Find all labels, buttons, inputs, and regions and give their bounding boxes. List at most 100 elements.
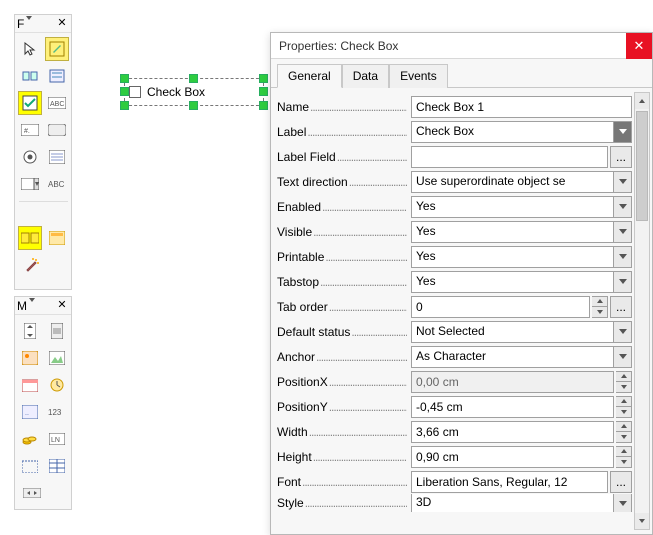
resize-handle-tl[interactable] — [120, 74, 129, 83]
label-font: Font — [277, 475, 302, 489]
chevron-down-icon[interactable] — [613, 222, 631, 242]
chevron-down-icon[interactable] — [613, 347, 631, 367]
tool-imagebutton[interactable] — [18, 346, 42, 370]
toolbar-more-titlebar[interactable]: M ✕ — [15, 297, 71, 315]
label-positiony: PositionY — [277, 400, 329, 414]
tool-scrollbar[interactable] — [45, 319, 69, 343]
chevron-down-icon[interactable] — [613, 494, 631, 512]
svg-text:#.: #. — [24, 128, 30, 135]
combo-printable[interactable]: Yes — [411, 246, 632, 268]
resize-handle-bm[interactable] — [189, 101, 198, 110]
combo-tabstop[interactable]: Yes — [411, 271, 632, 293]
tool-control-properties[interactable] — [18, 64, 42, 88]
input-labelfield[interactable] — [411, 146, 608, 168]
tool-formatted-field[interactable]: #. — [18, 118, 42, 142]
chevron-down-icon[interactable] — [613, 272, 631, 292]
labelfield-browse-button[interactable]: ... — [610, 146, 632, 168]
tool-timefield[interactable] — [45, 373, 69, 397]
input-name[interactable] — [411, 96, 632, 118]
spinner-taborder[interactable] — [592, 296, 608, 318]
close-button[interactable]: ✕ — [626, 33, 652, 59]
tool-datefield[interactable] — [18, 373, 42, 397]
tab-events[interactable]: Events — [389, 64, 448, 88]
tool-checkbox[interactable] — [18, 91, 42, 115]
resize-handle-tm[interactable] — [189, 74, 198, 83]
tool-imagecontrol[interactable] — [45, 346, 69, 370]
tab-data[interactable]: Data — [342, 64, 389, 88]
combo-style[interactable]: 3D — [411, 494, 632, 512]
resize-handle-ml[interactable] — [120, 87, 129, 96]
combo-label[interactable]: Check Box — [411, 121, 632, 143]
combo-visible[interactable]: Yes — [411, 221, 632, 243]
resize-handle-mr[interactable] — [259, 87, 268, 96]
input-height[interactable] — [411, 446, 614, 468]
chevron-down-icon[interactable] — [613, 122, 631, 142]
spinner-positiony[interactable] — [616, 396, 632, 418]
combo-anchor[interactable]: As Character — [411, 346, 632, 368]
row-anchor: Anchor As Character — [277, 344, 632, 369]
chevron-down-icon[interactable] — [613, 247, 631, 267]
spinner-height[interactable] — [616, 446, 632, 468]
row-style: Style 3D — [277, 494, 632, 512]
scroll-down-icon[interactable] — [635, 513, 649, 529]
tool-wizards[interactable] — [20, 253, 44, 277]
toolbar-menu-icon[interactable] — [26, 20, 34, 28]
tool-textbox[interactable]: ABC — [45, 91, 69, 115]
tool-pushbutton[interactable] — [45, 118, 69, 142]
spin-down-icon[interactable] — [616, 456, 631, 467]
tool-form-properties[interactable] — [45, 64, 69, 88]
tool-listbox[interactable] — [45, 145, 69, 169]
tool-tablecontrol[interactable] — [45, 454, 69, 478]
toolbar-menu-icon[interactable] — [29, 302, 37, 310]
spin-up-icon[interactable] — [592, 297, 607, 307]
tool-patternfield[interactable]: LN — [45, 427, 69, 451]
toolbar-close-icon[interactable]: ✕ — [55, 17, 69, 31]
scroll-track[interactable] — [635, 109, 649, 513]
spin-down-icon[interactable] — [616, 406, 631, 417]
spin-down-icon[interactable] — [592, 306, 607, 317]
combo-enabled[interactable]: Yes — [411, 196, 632, 218]
chevron-down-icon[interactable] — [613, 322, 631, 342]
scroll-up-icon[interactable] — [635, 93, 649, 109]
spin-up-icon[interactable] — [616, 422, 631, 432]
spin-up-icon[interactable] — [616, 447, 631, 457]
chevron-down-icon[interactable] — [613, 172, 631, 192]
tool-numericfield[interactable]: 123 — [45, 400, 69, 424]
tool-optionbutton[interactable] — [18, 145, 42, 169]
scroll-thumb[interactable] — [636, 111, 648, 221]
spin-down-icon[interactable] — [616, 431, 631, 442]
input-font[interactable] — [411, 471, 608, 493]
canvas-selection-frame[interactable]: Check Box — [124, 78, 264, 106]
font-browse-button[interactable]: ... — [610, 471, 632, 493]
tool-currencyfield[interactable] — [18, 427, 42, 451]
tool-form-design[interactable] — [45, 226, 69, 250]
resize-handle-bl[interactable] — [120, 101, 129, 110]
chevron-down-icon[interactable] — [613, 197, 631, 217]
tool-label[interactable]: ABC — [45, 172, 69, 196]
input-taborder[interactable] — [411, 296, 590, 318]
resize-handle-tr[interactable] — [259, 74, 268, 83]
tool-combobox[interactable] — [18, 172, 42, 196]
tool-spinbutton[interactable] — [18, 319, 42, 343]
properties-titlebar[interactable]: Properties: Check Box ✕ — [271, 33, 652, 59]
input-positiony[interactable] — [411, 396, 614, 418]
spin-up-icon[interactable] — [616, 397, 631, 407]
tool-fileselection[interactable]: .. — [18, 400, 42, 424]
resize-handle-br[interactable] — [259, 101, 268, 110]
input-width[interactable] — [411, 421, 614, 443]
taborder-browse-button[interactable]: ... — [610, 296, 632, 318]
toolbar-form-titlebar[interactable]: F ✕ — [15, 15, 71, 33]
combo-defaultstatus[interactable]: Not Selected — [411, 321, 632, 343]
tool-navigationbar[interactable] — [20, 481, 44, 505]
toolbar-close-icon[interactable]: ✕ — [55, 299, 69, 313]
combo-textdirection[interactable]: Use superordinate object se — [411, 171, 632, 193]
tool-design-mode[interactable] — [45, 37, 69, 61]
tab-general[interactable]: General — [277, 64, 342, 88]
tool-more-controls[interactable] — [18, 226, 42, 250]
spinner-width[interactable] — [616, 421, 632, 443]
tool-select[interactable] — [18, 37, 42, 61]
properties-scrollbar[interactable] — [634, 92, 650, 530]
properties-tabs: General Data Events — [271, 59, 652, 88]
tool-groupbox[interactable] — [18, 454, 42, 478]
label-enabled: Enabled — [277, 200, 322, 214]
